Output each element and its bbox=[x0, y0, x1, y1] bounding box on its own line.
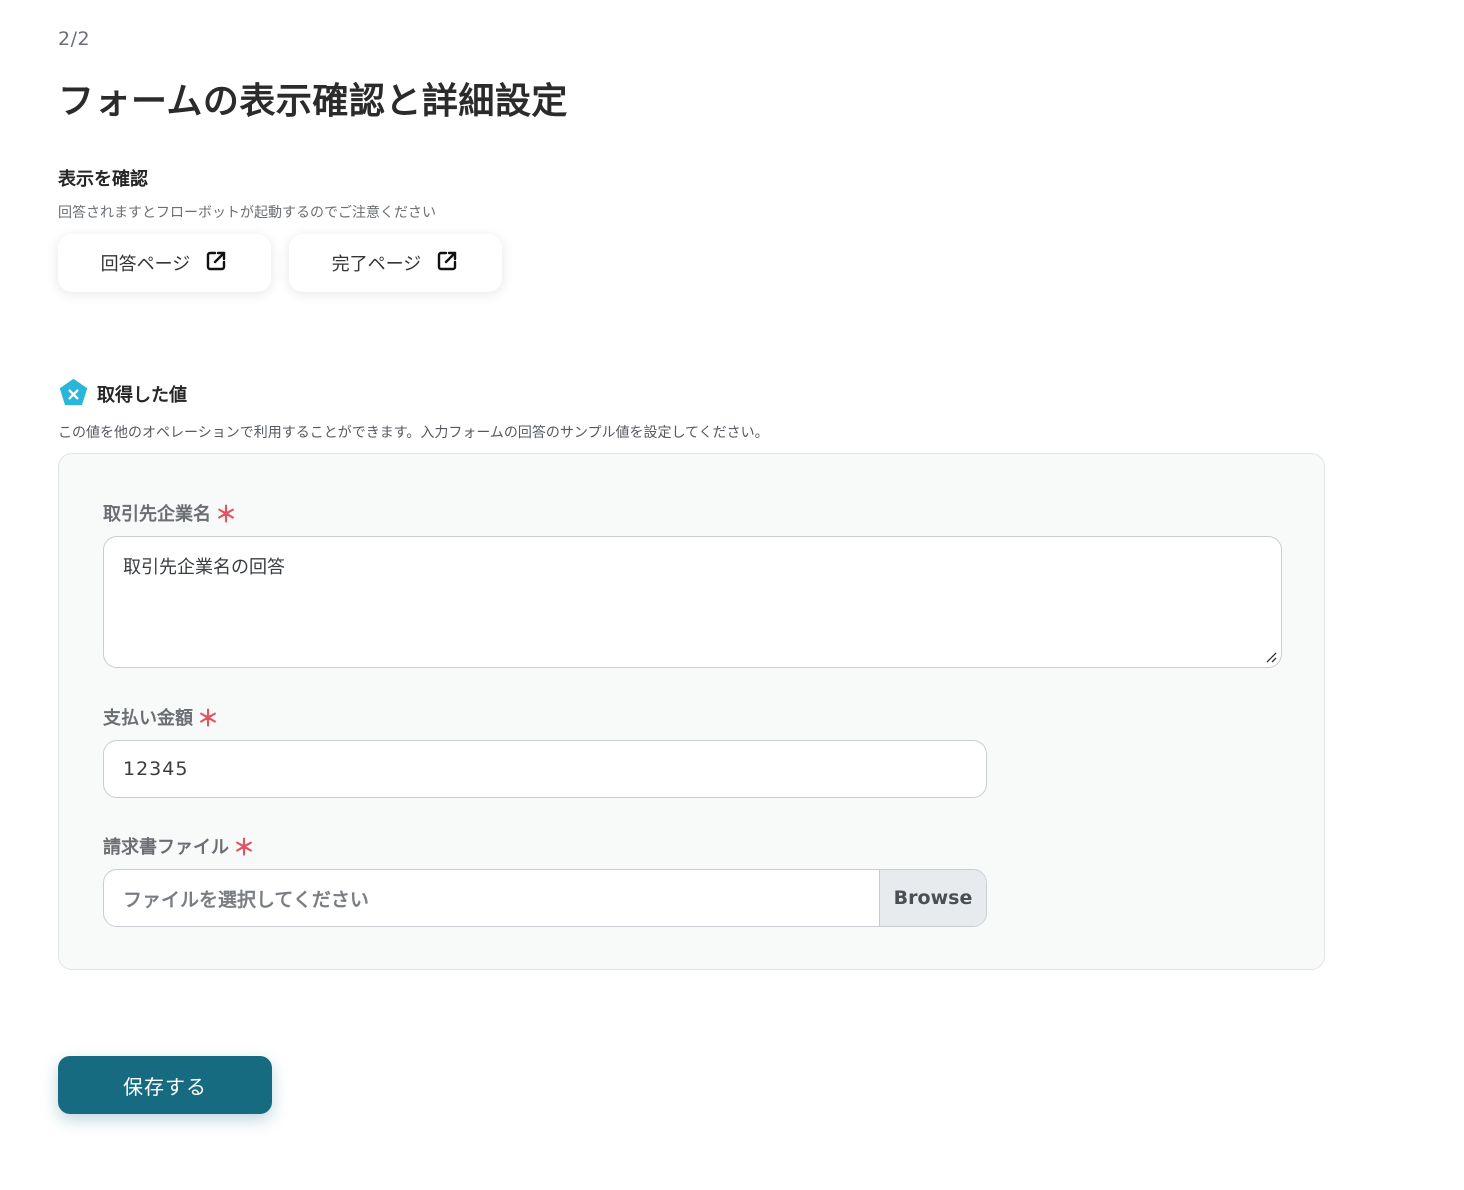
amount-field-label: 支払い金額 ＊ bbox=[103, 703, 219, 731]
step-indicator: 2/2 bbox=[58, 28, 91, 50]
company-label-text: 取引先企業名 bbox=[103, 504, 211, 525]
invoice-file-input[interactable]: ファイルを選択してください Browse bbox=[103, 869, 987, 927]
company-textarea-value: 取引先企業名の回答 bbox=[123, 557, 285, 578]
company-textarea[interactable]: 取引先企業名の回答 bbox=[103, 536, 1282, 668]
required-mark: ＊ bbox=[233, 836, 256, 861]
sample-values-panel: 取引先企業名 ＊ 取引先企業名の回答 支払い金額 ＊ 12345 請求書ファイル… bbox=[58, 453, 1325, 970]
answer-page-button[interactable]: 回答ページ bbox=[58, 234, 271, 292]
invoice-label-text: 請求書ファイル bbox=[103, 837, 229, 858]
amount-input-value: 12345 bbox=[123, 758, 189, 780]
yoom-logo-icon bbox=[58, 378, 89, 409]
required-mark: ＊ bbox=[215, 503, 238, 528]
save-button[interactable]: 保存する bbox=[58, 1056, 272, 1114]
preview-section-title: 表示を確認 bbox=[58, 169, 148, 190]
page-title: フォームの表示確認と詳細設定 bbox=[58, 81, 568, 122]
company-field-label: 取引先企業名 ＊ bbox=[103, 499, 237, 527]
acquired-values-header: 取得した値 bbox=[58, 378, 187, 409]
amount-label-text: 支払い金額 bbox=[103, 708, 193, 729]
browse-button[interactable]: Browse bbox=[879, 870, 986, 926]
resize-handle-icon[interactable] bbox=[1263, 649, 1277, 663]
external-link-icon bbox=[435, 249, 459, 278]
answer-page-label: 回答ページ bbox=[100, 254, 191, 275]
page: 2/2 フォームの表示確認と詳細設定 表示を確認 回答されますとフローボットが起… bbox=[0, 0, 1464, 1190]
completion-page-button[interactable]: 完了ページ bbox=[289, 234, 502, 292]
amount-input[interactable]: 12345 bbox=[103, 740, 987, 798]
external-link-icon bbox=[204, 249, 228, 278]
required-mark: ＊ bbox=[197, 707, 220, 732]
acquired-values-description: この値を他のオペレーションで利用することができます。入力フォームの回答のサンプル… bbox=[58, 425, 769, 441]
completion-page-label: 完了ページ bbox=[331, 254, 422, 275]
acquired-values-title: 取得した値 bbox=[97, 384, 187, 406]
preview-section-description: 回答されますとフローボットが起動するのでご注意ください bbox=[58, 205, 436, 221]
invoice-field-label: 請求書ファイル ＊ bbox=[103, 832, 255, 860]
file-input-placeholder[interactable]: ファイルを選択してください bbox=[104, 870, 879, 926]
